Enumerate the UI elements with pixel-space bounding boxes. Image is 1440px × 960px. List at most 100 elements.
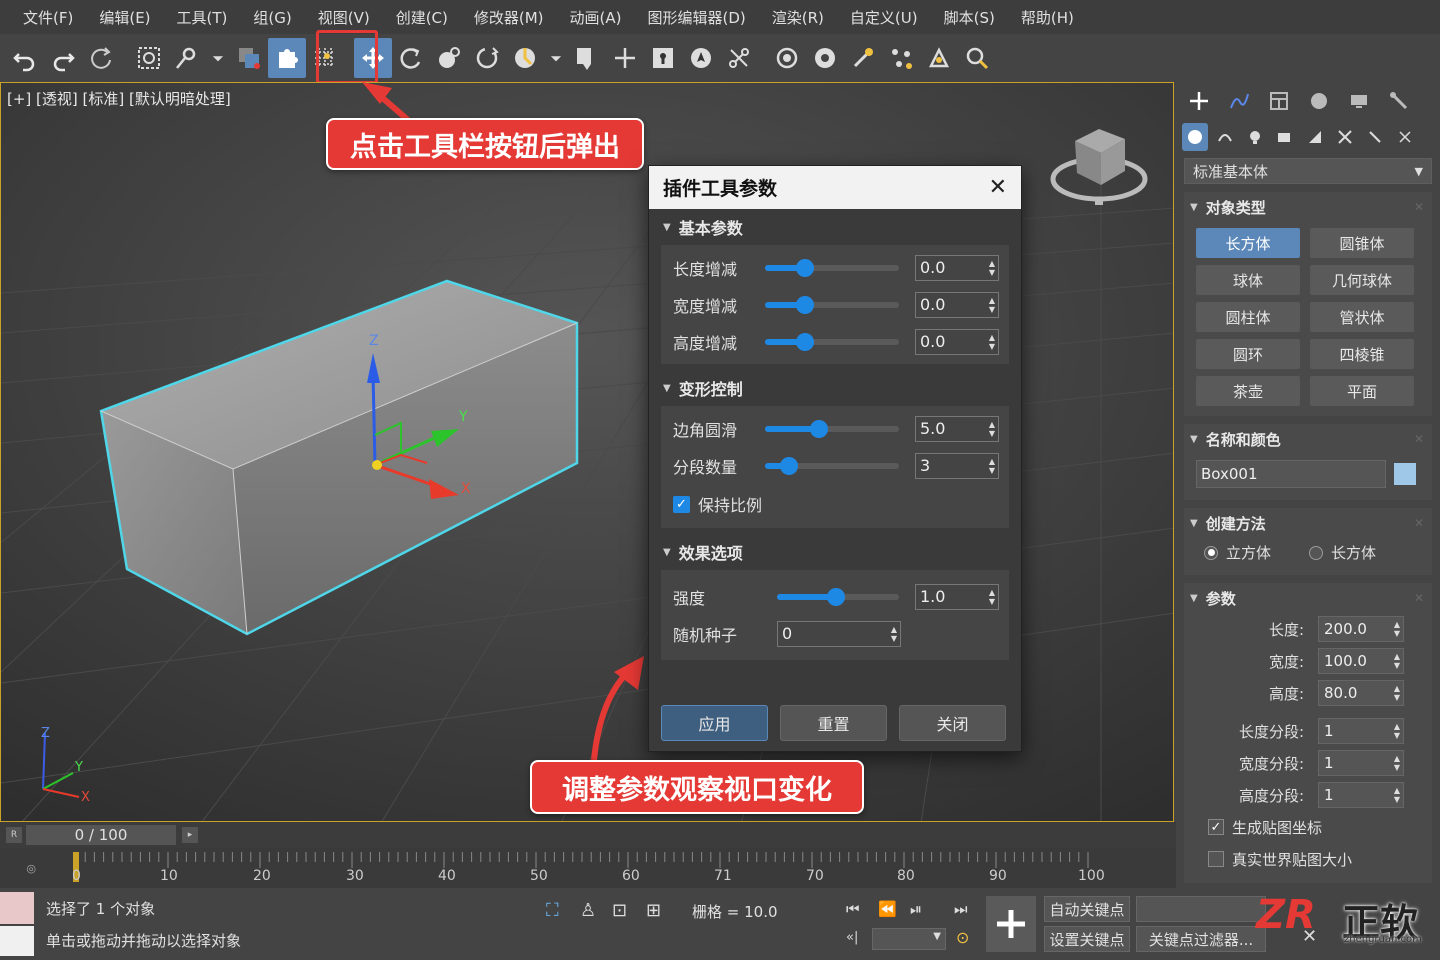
teapot-button[interactable]: 茶壶 — [1196, 376, 1300, 406]
isolate-icon[interactable]: ⛶ — [546, 900, 559, 921]
segments-slider[interactable] — [765, 456, 899, 475]
spinner-arrows-icon[interactable]: ▲ ▼ — [989, 420, 995, 438]
key-mode-icon[interactable]: «| — [846, 930, 858, 945]
rollout-header[interactable]: ▼ 名称和颜色 ✕ — [1184, 424, 1432, 454]
plane-button[interactable]: 平面 — [1310, 376, 1414, 406]
rollout-header[interactable]: ▼ 对象类型 ✕ — [1184, 192, 1432, 222]
width-delta-spinner[interactable]: 0.0 ▲ ▼ — [915, 291, 999, 318]
geometry-icon[interactable] — [1182, 123, 1208, 151]
systems-icon[interactable] — [1362, 123, 1388, 151]
tube-button[interactable]: 管状体 — [1310, 302, 1414, 332]
goto-end-icon[interactable]: ⏭ — [954, 900, 968, 918]
lock-selection-icon[interactable]: ♙ — [580, 900, 596, 921]
geosphere-button[interactable]: 几何球体 — [1310, 265, 1414, 295]
shapes-icon[interactable] — [1212, 123, 1238, 151]
real-world-checkbox[interactable]: 真实世界贴图大小 — [1184, 843, 1432, 875]
maxscript-listener-2[interactable] — [0, 926, 34, 956]
object-name-input[interactable]: Box001 — [1196, 460, 1386, 488]
section-basic[interactable]: ▼ 基本参数 — [649, 209, 1021, 245]
reset-button[interactable]: 重置 — [780, 705, 887, 741]
goto-start-icon[interactable]: ⏮ — [846, 900, 860, 918]
length-slider[interactable] — [765, 258, 899, 277]
prev-frame-icon[interactable]: ⏪ — [878, 900, 897, 918]
method-cube-radio[interactable]: 立方体 — [1204, 542, 1271, 563]
strength-slider[interactable] — [777, 587, 899, 606]
cone-button[interactable]: 圆锥体 — [1310, 228, 1414, 258]
apply-button[interactable]: 应用 — [661, 705, 768, 741]
gen-mapping-checkbox[interactable]: ✓ 生成贴图坐标 — [1184, 811, 1432, 843]
hierarchy-tab-icon[interactable] — [1262, 84, 1296, 118]
spinner-arrows-icon[interactable]: ▲ ▼ — [1394, 786, 1400, 804]
spinner-arrows-icon[interactable]: ▲ ▼ — [989, 588, 995, 606]
radio-selected-icon[interactable] — [1204, 545, 1218, 560]
spinner-arrows-icon[interactable]: ▲ ▼ — [1394, 652, 1400, 670]
method-box-radio[interactable]: 长方体 — [1309, 542, 1376, 563]
strength-spinner[interactable]: 1.0 ▲ ▼ — [915, 583, 999, 610]
set-key-button[interactable]: 设置关键点 — [1044, 926, 1130, 952]
checkbox-icon[interactable] — [1208, 851, 1224, 867]
height-delta-spinner[interactable]: 0.0 ▲ ▼ — [915, 328, 999, 355]
length-delta-spinner[interactable]: 0.0 ▲ ▼ — [915, 254, 999, 281]
close-icon[interactable]: ✕ — [1414, 591, 1424, 605]
section-deform[interactable]: ▼ 变形控制 — [649, 370, 1021, 406]
spinner-arrows-icon[interactable]: ▲ ▼ — [1394, 754, 1400, 772]
modify-tab-icon[interactable] — [1222, 84, 1256, 118]
spinner-arrows-icon[interactable]: ▲ ▼ — [989, 259, 995, 277]
track-bar[interactable]: ◎ 0 10 20 30 40 50 60 71 70 80 90 100 — [0, 848, 1176, 888]
close-icon[interactable]: ✕ — [1414, 516, 1424, 530]
height-spinner[interactable]: 80.0 ▲ ▼ — [1318, 680, 1404, 706]
display-tab-icon[interactable] — [1342, 84, 1376, 118]
close-button[interactable]: 关闭 — [899, 705, 1006, 741]
width-segs-spinner[interactable]: 1 ▲ ▼ — [1318, 750, 1404, 776]
grid-icon[interactable]: ⊞ — [646, 900, 661, 921]
height-slider[interactable] — [765, 332, 899, 351]
pyramid-button[interactable]: 四棱锥 — [1310, 339, 1414, 369]
length-segs-spinner[interactable]: 1 ▲ ▼ — [1318, 718, 1404, 744]
close-icon[interactable]: ✕ — [1414, 432, 1424, 446]
section-effect[interactable]: ▼ 效果选项 — [649, 534, 1021, 570]
checkbox-checked-icon[interactable]: ✓ — [673, 495, 690, 513]
spacewarps-icon[interactable] — [1332, 123, 1358, 151]
selection-set-field[interactable] — [1136, 896, 1266, 922]
time-frame-indicator[interactable]: 0 / 100 — [26, 825, 176, 845]
auto-key-button[interactable]: 自动关键点 — [1044, 896, 1130, 922]
rollout-header[interactable]: ▼ 参数 ✕ — [1184, 583, 1432, 613]
color-swatch[interactable] — [1394, 463, 1416, 485]
keep-ratio-checkbox[interactable]: ✓ 保持比例 — [661, 484, 1009, 524]
box-button[interactable]: 长方体 — [1196, 228, 1300, 258]
rollout-header[interactable]: ▼ 创建方法 ✕ — [1184, 508, 1432, 538]
maxscript-listener[interactable] — [0, 892, 34, 924]
time-next-icon[interactable]: ▸ — [182, 827, 198, 843]
sphere-button[interactable]: 球体 — [1196, 265, 1300, 295]
cylinder-button[interactable]: 圆柱体 — [1196, 302, 1300, 332]
corner-spinner[interactable]: 5.0 ▲ ▼ — [915, 415, 999, 442]
width-spinner[interactable]: 100.0 ▲ ▼ — [1318, 648, 1404, 674]
close-icon[interactable]: ✕ — [1414, 200, 1424, 214]
cameras-icon[interactable] — [1272, 123, 1298, 151]
dialog-close-icon[interactable]: ✕ — [989, 175, 1007, 200]
create-tab-icon[interactable] — [1182, 84, 1216, 118]
spinner-arrows-icon[interactable]: ▲ ▼ — [989, 333, 995, 351]
checkbox-checked-icon[interactable]: ✓ — [1208, 819, 1224, 835]
radio-icon[interactable] — [1309, 545, 1324, 560]
helpers-icon[interactable] — [1302, 123, 1328, 151]
spinner-arrows-icon[interactable]: ▲ ▼ — [989, 457, 995, 475]
height-segs-spinner[interactable]: 1 ▲ ▼ — [1318, 782, 1404, 808]
utilities-tab-icon[interactable] — [1382, 84, 1416, 118]
key-filters-button[interactable]: 关键点过滤器... — [1136, 926, 1266, 952]
spinner-arrows-icon[interactable]: ▲ ▼ — [1394, 684, 1400, 702]
lights-icon[interactable] — [1242, 123, 1268, 151]
segments-spinner[interactable]: 3 ▲ ▼ — [915, 452, 999, 479]
play-icon[interactable]: ⏯ — [910, 900, 922, 918]
frame-field[interactable]: ▼ — [872, 928, 946, 950]
spinner-arrows-icon[interactable]: ▲ ▼ — [1394, 620, 1400, 638]
set-key-big-button[interactable] — [986, 896, 1036, 952]
time-prev-icon[interactable]: R — [6, 827, 22, 843]
zoom-time-icon[interactable]: ⊙ — [956, 928, 969, 947]
absolute-mode-icon[interactable]: ⊡ — [612, 900, 627, 921]
torus-button[interactable]: 圆环 — [1196, 339, 1300, 369]
spinner-arrows-icon[interactable]: ▲ ▼ — [989, 296, 995, 314]
motion-tab-icon[interactable] — [1302, 84, 1336, 118]
category-dropdown[interactable]: 标准基本体 ▼ — [1184, 158, 1432, 184]
bones-icon[interactable] — [1392, 123, 1418, 151]
